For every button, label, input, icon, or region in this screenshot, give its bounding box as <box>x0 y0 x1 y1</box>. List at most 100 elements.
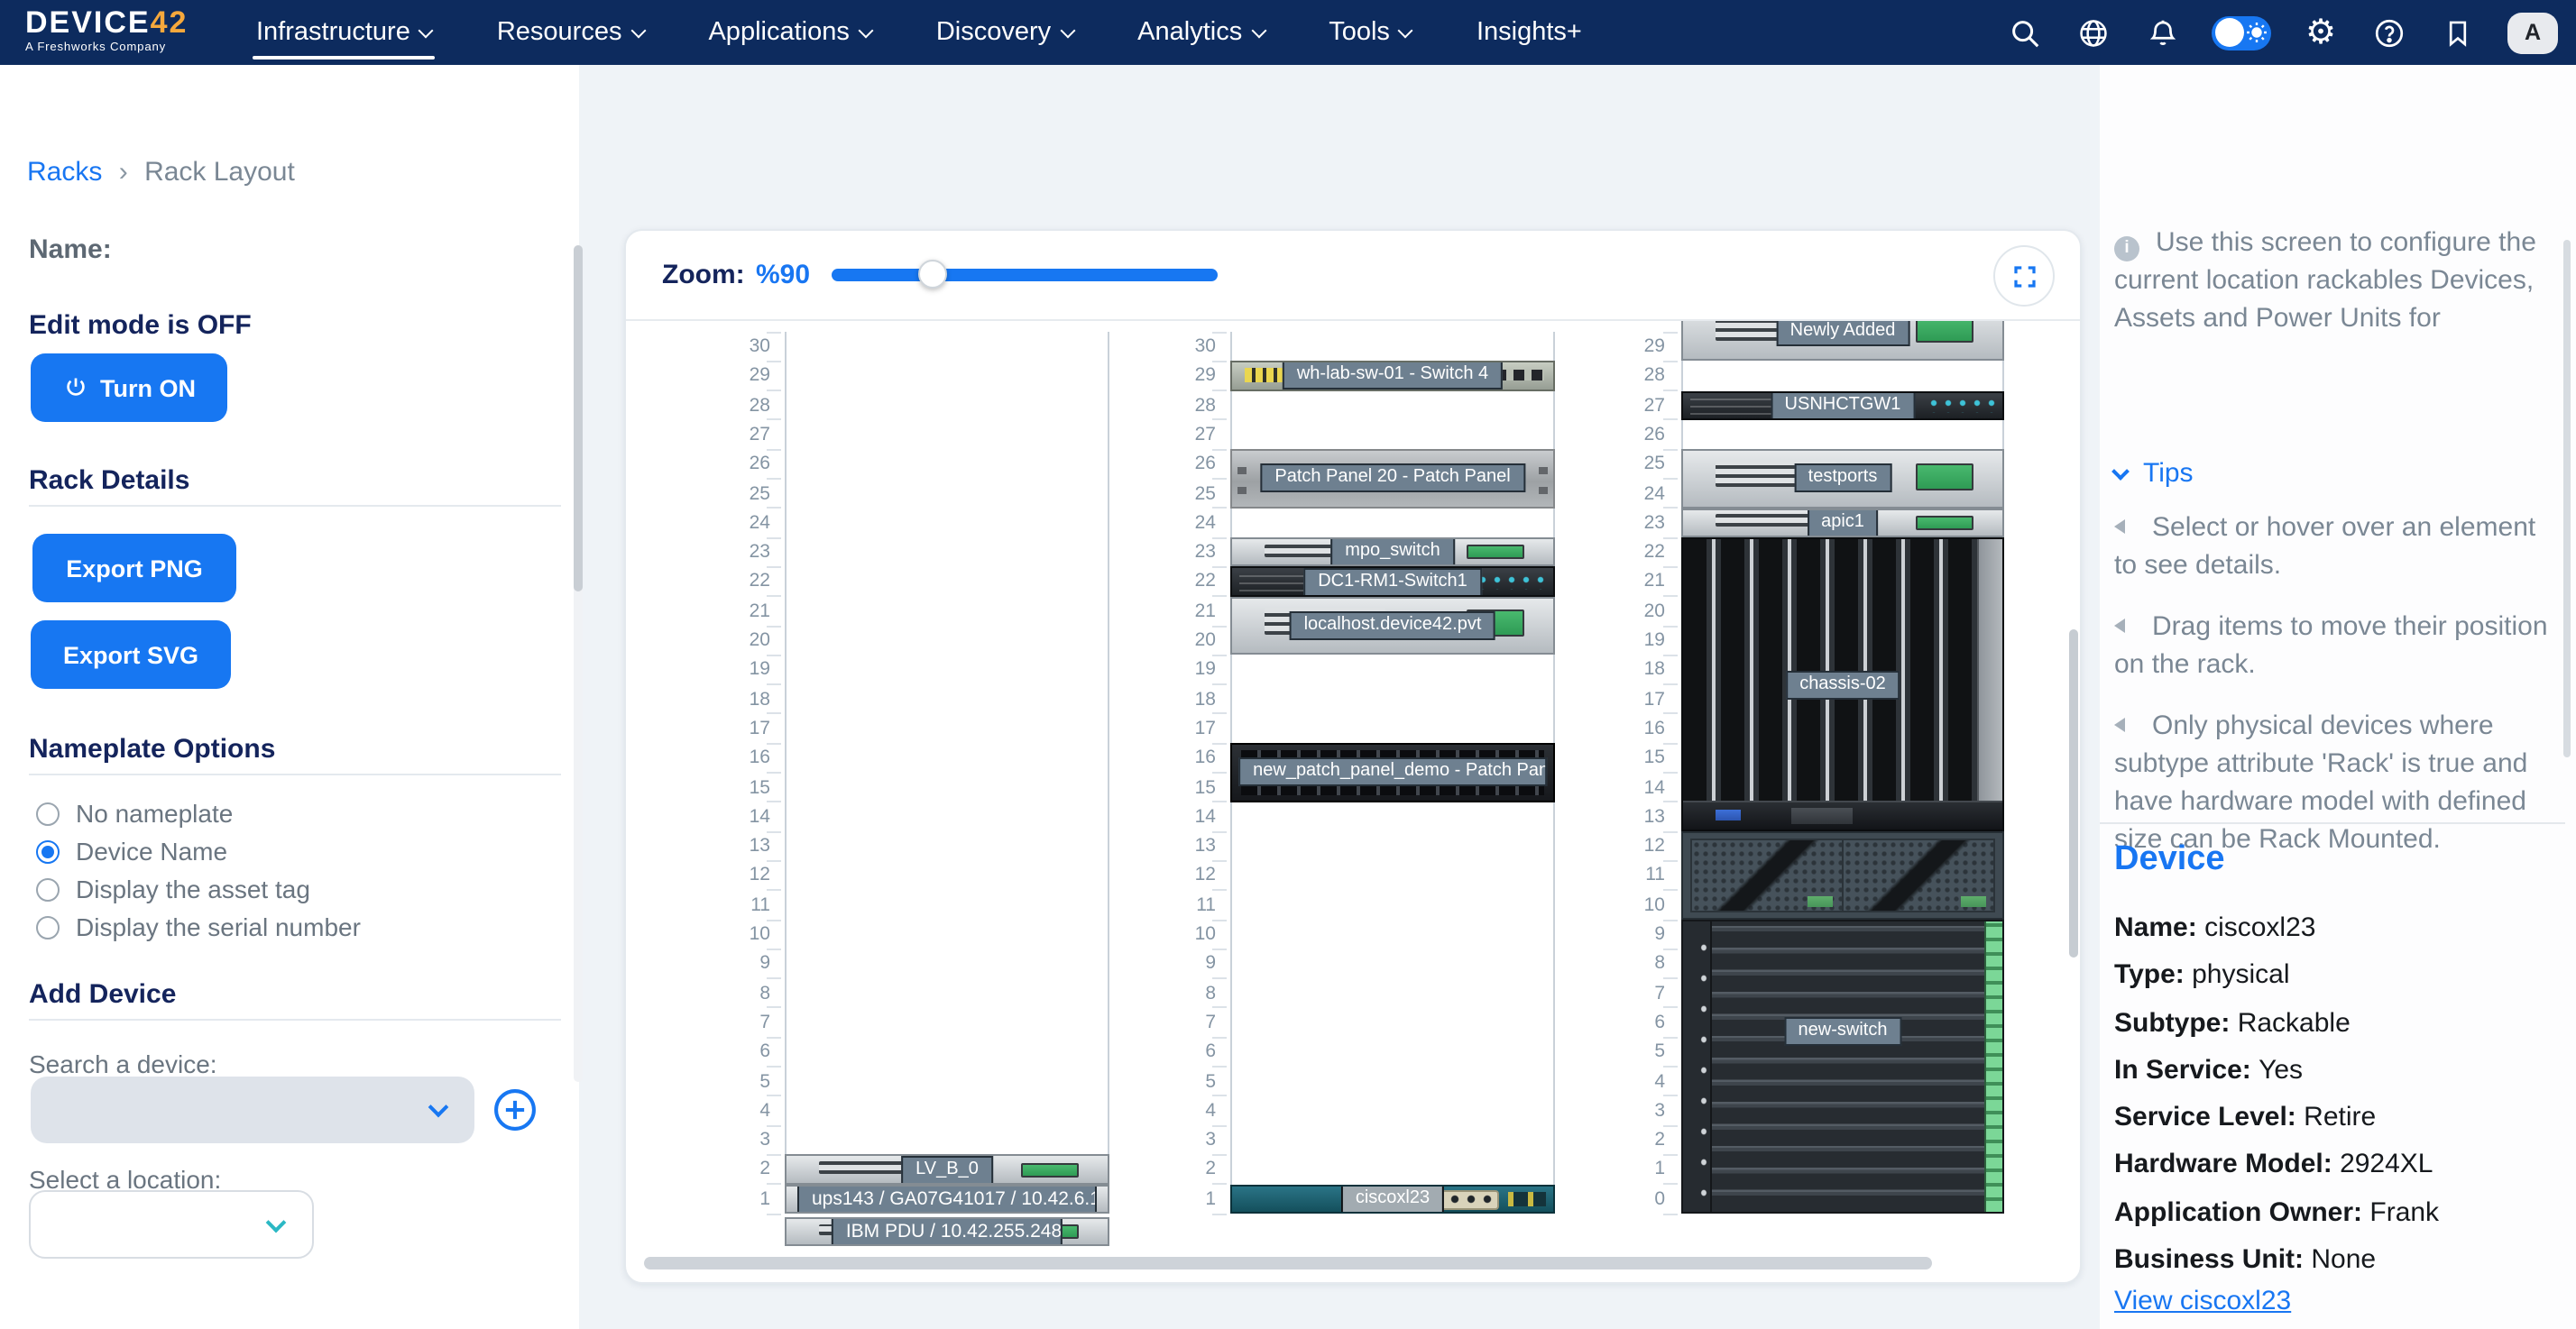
rack-unit-label: 16 <box>731 743 770 773</box>
chevron-down-icon <box>1060 23 1075 38</box>
rack-unit-tick <box>1663 713 1678 715</box>
tips-toggle[interactable]: Tips <box>2114 458 2194 489</box>
rack-unit-label: 21 <box>1625 567 1665 597</box>
breadcrumb-racks-link[interactable]: Racks <box>27 157 102 188</box>
rack-unit-tick <box>767 419 781 421</box>
rack-device-dc1-rm1-switch1[interactable]: DC1-RM1-Switch1 <box>1230 567 1555 597</box>
rack-device-chassis-02[interactable]: chassis-02 <box>1681 537 2004 831</box>
rack-unit-label: 11 <box>1625 861 1665 891</box>
rack-unit-tick <box>1212 742 1227 744</box>
nav-item-discovery[interactable]: Discovery <box>936 0 1072 65</box>
rack-device-localhost-device42-pvt[interactable]: localhost.device42.pvt <box>1230 596 1555 655</box>
rack-device-new-patch-panel-demo-patch-panel[interactable]: new_patch_panel_demo - Patch Panel <box>1230 743 1555 802</box>
select-location-select[interactable] <box>29 1190 314 1259</box>
canvas-header: Zoom: %90 <box>626 231 2080 321</box>
settings-gear-icon[interactable]: ⚙ <box>2302 14 2340 51</box>
rack-unit-label: 23 <box>1625 509 1665 538</box>
rack-device-ups143-ga07g41017-10-42-6-125[interactable]: ups143 / GA07G41017 / 10.42.6.125 <box>785 1184 1109 1214</box>
rack-device-new-switch[interactable]: new-switch <box>1681 920 2004 1214</box>
notifications-bell-icon[interactable] <box>2143 14 2181 51</box>
nav-item-insights-[interactable]: Insights+ <box>1477 0 1582 65</box>
rack-unit-label: 30 <box>731 332 770 362</box>
rack-unit-tick <box>767 1007 781 1009</box>
sidebar-scrollbar-thumb[interactable] <box>574 245 583 591</box>
rack-device-ibm-pdu-10-42-255-248[interactable]: IBM PDU / 10.42.255.248 <box>785 1217 1109 1247</box>
nav-item-analytics[interactable]: Analytics <box>1137 0 1264 65</box>
breadcrumb-current: Rack Layout <box>144 157 295 188</box>
rack-unit-tick <box>767 1124 781 1126</box>
rack-unit-label: 12 <box>1176 861 1216 891</box>
top-nav: DEVICE42 A Freshworks Company Infrastruc… <box>0 0 2576 65</box>
rack-unit-label: 1 <box>731 1184 770 1214</box>
rack-unit-tick <box>1663 655 1678 656</box>
nav-item-infrastructure[interactable]: Infrastructure <box>256 0 432 65</box>
rack-unit-label: 19 <box>731 655 770 685</box>
theme-toggle[interactable] <box>2212 15 2271 50</box>
rack-unit-tick <box>1212 1036 1227 1038</box>
bookmark-icon[interactable] <box>2439 14 2477 51</box>
rack-device-usnhctgw1[interactable]: USNHCTGW1 <box>1681 390 2004 420</box>
logo[interactable]: DEVICE42 A Freshworks Company <box>25 7 188 54</box>
view-device-link[interactable]: View ciscoxl23 <box>2114 1286 2291 1316</box>
rack-device-newly-added[interactable]: Newly Added <box>1681 321 2004 362</box>
field-label: Type: <box>2114 960 2192 991</box>
rack-unit-label: 8 <box>1625 949 1665 979</box>
field-label: Service Level: <box>2114 1102 2304 1132</box>
device-nameplate: USNHCTGW1 <box>1771 390 1916 419</box>
globe-icon[interactable] <box>2075 14 2112 51</box>
rack-unit-tick <box>767 390 781 391</box>
rack-unit-tick <box>767 802 781 803</box>
rack-unit-tick <box>767 919 781 921</box>
field-label: Hardware Model: <box>2114 1150 2340 1180</box>
nameplate-option-2[interactable]: Display the asset tag <box>36 875 310 903</box>
rack-device[interactable] <box>1681 831 2004 920</box>
rack-unit-label: 3 <box>731 1125 770 1155</box>
nameplate-option-1[interactable]: Device Name <box>36 837 227 866</box>
nav-item-applications[interactable]: Applications <box>708 0 870 65</box>
device-field-business-unit: Business Unit: None <box>2114 1237 2565 1285</box>
rack-device-lv-b-0[interactable]: LV_B_0 <box>785 1155 1109 1185</box>
nav-item-tools[interactable]: Tools <box>1329 0 1412 65</box>
rack-unit-label: 22 <box>1176 567 1216 597</box>
export-png-button[interactable]: Export PNG <box>32 534 236 602</box>
rack-unit-label: 14 <box>1625 773 1665 802</box>
search-device-select[interactable] <box>31 1077 474 1143</box>
rack-unit-tick <box>1212 1007 1227 1009</box>
rack-unit-label: 11 <box>731 890 770 920</box>
rack-unit-label: 16 <box>1625 714 1665 744</box>
canvas-vertical-scrollbar[interactable] <box>2069 629 2078 958</box>
rack-device-wh-lab-sw-01-switch-4[interactable]: wh-lab-sw-01 - Switch 4 <box>1230 362 1555 391</box>
info-icon: i <box>2114 236 2139 261</box>
rack-unit-tick <box>1212 683 1227 685</box>
zoom-slider[interactable] <box>832 269 1218 281</box>
turn-on-button[interactable]: Turn ON <box>31 353 227 422</box>
turn-on-label: Turn ON <box>100 374 196 401</box>
rack-device-patch-panel-20-patch-panel[interactable]: Patch Panel 20 - Patch Panel <box>1230 449 1555 508</box>
search-icon[interactable] <box>2006 14 2044 51</box>
rack-unit-label: 29 <box>1625 332 1665 362</box>
nav-item-resources[interactable]: Resources <box>497 0 644 65</box>
help-icon[interactable] <box>2370 14 2408 51</box>
canvas-horizontal-scrollbar[interactable] <box>644 1257 1932 1269</box>
edit-mode-status: Edit mode is OFF <box>29 310 252 341</box>
fullscreen-button[interactable] <box>1993 245 2055 307</box>
tip-text: Only physical devices where subtype attr… <box>2114 710 2527 855</box>
rack-unit-label: 13 <box>731 831 770 861</box>
nameplate-option-3[interactable]: Display the serial number <box>36 912 361 941</box>
rack-unit-label: 14 <box>1176 802 1216 832</box>
panel-scrollbar-thumb[interactable] <box>2563 240 2571 757</box>
nameplate-option-0[interactable]: No nameplate <box>36 799 233 828</box>
rack-unit-label: 28 <box>1625 362 1665 391</box>
device-field-type: Type: physical <box>2114 953 2565 1001</box>
rack-unit-tick <box>767 889 781 891</box>
tip-item-1: Drag items to move their position on the… <box>2114 608 2562 683</box>
rack-device-ciscoxl23[interactable]: ciscoxl23 <box>1230 1184 1555 1214</box>
zoom-slider-thumb[interactable] <box>917 260 946 289</box>
export-svg-button[interactable]: Export SVG <box>31 620 231 689</box>
rack-device-apic1[interactable]: apic1 <box>1681 509 2004 538</box>
avatar[interactable]: A <box>2507 12 2558 53</box>
add-device-plus-button[interactable] <box>491 1086 539 1134</box>
rack-device-mpo-switch[interactable]: mpo_switch <box>1230 537 1555 567</box>
rack-device-testports[interactable]: testports <box>1681 449 2004 508</box>
rack-unit-tick <box>767 772 781 774</box>
